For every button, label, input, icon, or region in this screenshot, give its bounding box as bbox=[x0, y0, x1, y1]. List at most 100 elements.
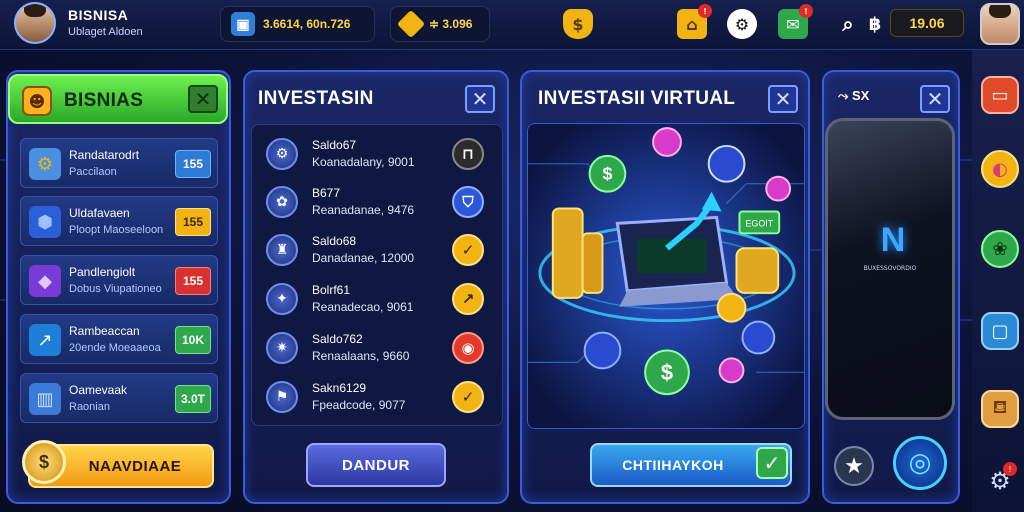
gems-value: ≑ 3.096 bbox=[429, 17, 473, 31]
gear-icon: ⚙ bbox=[29, 148, 61, 180]
business-item[interactable]: ⬢ Uldafavaen Ploopt Maoseeloon 155 bbox=[20, 196, 218, 246]
invest-item-label: Saldo67 bbox=[312, 138, 357, 152]
asset-icon: ✦ bbox=[266, 283, 298, 315]
bisnis-action-label: NAAVDIAAE bbox=[88, 457, 182, 475]
business-item-sub: Dobus Viupationeo bbox=[69, 283, 162, 295]
notification-badge: ! bbox=[1003, 462, 1017, 476]
asset-icon: ⚑ bbox=[266, 381, 298, 413]
invest-item-value: Fpeadcode, 9077 bbox=[312, 398, 406, 412]
invest-item[interactable]: ♜ Saldo68 Danadanae, 12000 ✓ bbox=[266, 228, 492, 272]
business-item[interactable]: ⚙ Randatarodrt Paccilaon 155 bbox=[20, 138, 218, 188]
phone-device[interactable]: N BUXESSOVORDIO bbox=[825, 118, 955, 420]
invest-item-value: Renaalaans, 9660 bbox=[312, 349, 410, 363]
shield-icon[interactable]: ⛉ bbox=[452, 186, 484, 218]
business-item-label: Rambeaccan bbox=[69, 324, 140, 338]
player-subtitle: Ublaget Aldoen bbox=[68, 26, 143, 38]
wallet-icon: ▣ bbox=[231, 12, 255, 36]
invest-item[interactable]: ⚑ Sakn6129 Fpeadcode, 9077 ✓ bbox=[266, 375, 492, 419]
close-button[interactable]: ✕ bbox=[768, 85, 798, 113]
business-item-badge: 155 bbox=[175, 150, 211, 178]
asset-icon: ♜ bbox=[266, 234, 298, 266]
phone-title: SX bbox=[852, 88, 870, 103]
asset-icon: ⚙ bbox=[266, 138, 298, 170]
invest-item-value: Danadanae, 12000 bbox=[312, 251, 415, 265]
building-icon: ▥ bbox=[29, 383, 61, 415]
close-button[interactable]: ✕ bbox=[188, 85, 218, 113]
invest-item-label: Bolrf61 bbox=[312, 283, 351, 297]
close-button[interactable]: ✕ bbox=[465, 85, 495, 113]
business-item-sub: Paccilaon bbox=[69, 166, 117, 178]
side-bar bbox=[972, 50, 1024, 512]
asset-icon: ✷ bbox=[266, 332, 298, 364]
arrow-icon[interactable]: ↗ bbox=[452, 283, 484, 315]
phone-brand: BUXESSOVORDIO bbox=[863, 265, 917, 272]
close-button[interactable]: ✕ bbox=[920, 85, 950, 113]
svg-text:$: $ bbox=[602, 164, 612, 184]
business-item-label: Randatarodrt bbox=[69, 148, 140, 162]
cube-icon: ⬢ bbox=[29, 206, 61, 238]
top-bar: BISNISA Ublaget Aldoen ▣ 3.6614, 60n.726… bbox=[0, 0, 1024, 50]
asset-icon: ✿ bbox=[266, 186, 298, 218]
candy-icon[interactable]: ◐ bbox=[981, 150, 1019, 188]
business-item-badge: 10K bbox=[175, 326, 211, 354]
invest-item[interactable]: ✿ B677 Reanadanae, 9476 ⛉ bbox=[266, 180, 492, 224]
virtual-action-label: CHTIIHAYKOH bbox=[622, 457, 724, 473]
check-icon: ✓ bbox=[756, 447, 788, 479]
business-item[interactable]: ◆ Pandlengiolt Dobus Viupationeo 155 bbox=[20, 255, 218, 305]
invest-action-label: DANDUR bbox=[342, 456, 410, 474]
business-item-badge: 155 bbox=[175, 267, 211, 295]
smiley-icon: ☻ bbox=[22, 86, 52, 116]
backpack-icon[interactable]: ⛾ bbox=[981, 390, 1019, 428]
business-item[interactable]: ↗ Rambeaccan 20ende Moeaaeoa 10K bbox=[20, 314, 218, 364]
currency-pill[interactable]: ▣ 3.6614, 60n.726 bbox=[220, 6, 375, 42]
virtual-title: INVESTASII VIRTUAL bbox=[538, 88, 736, 109]
monitor-icon[interactable]: ▢ bbox=[981, 312, 1019, 350]
phone-logo-icon: N bbox=[880, 221, 906, 259]
gems-amount: 3.096 bbox=[442, 17, 473, 31]
shield-icon[interactable]: $ bbox=[563, 9, 593, 39]
gems-pill[interactable]: ≑ 3.096 bbox=[390, 6, 490, 42]
notification-badge: ! bbox=[698, 4, 712, 18]
check-icon[interactable]: ✓ bbox=[452, 234, 484, 266]
business-item[interactable]: ▥ Oamevaak Raonian 3.0T bbox=[20, 373, 218, 423]
currency-value: 3.6614, 60n.726 bbox=[263, 17, 351, 31]
invest-item[interactable]: ⚙ Saldo67 Koanadalany, 9001 ⊓ bbox=[266, 132, 492, 176]
currency-icon: ฿ bbox=[868, 13, 882, 35]
invest-item-label: Saldo762 bbox=[312, 332, 363, 346]
shop-icon[interactable]: ⌂ ! bbox=[677, 4, 712, 39]
flame-icon[interactable]: ◉ bbox=[452, 332, 484, 364]
business-item-badge: 155 bbox=[175, 208, 211, 236]
star-icon[interactable]: ★ bbox=[834, 446, 874, 486]
mail-icon[interactable]: ✉ ! bbox=[778, 4, 813, 39]
business-item-sub: Ploopt Maoseeloon bbox=[69, 224, 164, 236]
chart-icon: ↗ bbox=[29, 324, 61, 356]
bisnis-header: ☻ BISNIAS ✕ bbox=[8, 74, 228, 124]
notification-badge: ! bbox=[799, 4, 813, 18]
svg-text:$: $ bbox=[661, 360, 673, 385]
gear-icon[interactable]: ⚙ ! bbox=[981, 462, 1019, 500]
tv-icon[interactable]: ▭ bbox=[981, 76, 1019, 114]
check-icon[interactable]: ✓ bbox=[452, 381, 484, 413]
business-item-label: Uldafavaen bbox=[69, 206, 130, 220]
invest-item-value: Reanadanae, 9476 bbox=[312, 203, 415, 217]
business-item-sub: 20ende Moeaaeoa bbox=[69, 342, 161, 354]
coin-badge-icon: $ bbox=[22, 440, 66, 484]
invest-item[interactable]: ✷ Saldo762 Renaalaans, 9660 ◉ bbox=[266, 326, 492, 370]
business-item-sub: Raonian bbox=[69, 401, 110, 413]
invest-item-value: Reanadecao, 9061 bbox=[312, 300, 414, 314]
invest-item[interactable]: ✦ Bolrf61 Reanadecao, 9061 ↗ bbox=[266, 277, 492, 321]
search-icon[interactable]: ⌕ bbox=[833, 9, 863, 39]
player-avatar[interactable] bbox=[14, 2, 56, 44]
diamond-icon: ◆ bbox=[29, 265, 61, 297]
fingerprint-icon[interactable]: ◎ bbox=[893, 436, 947, 490]
friend-avatar[interactable] bbox=[980, 3, 1020, 45]
player-name: BISNISA bbox=[68, 7, 129, 23]
timer-display: 19.06 bbox=[890, 9, 964, 37]
sign-label: EGOIT bbox=[745, 218, 773, 228]
invest-item-label: B677 bbox=[312, 186, 341, 200]
settings-icon[interactable]: ⚙ bbox=[727, 9, 757, 39]
leaf-icon[interactable]: ❀ bbox=[981, 230, 1019, 268]
bag-icon[interactable]: ⊓ bbox=[452, 138, 484, 170]
virtual-illustration: $ $ EGOIT bbox=[527, 123, 805, 429]
invest-action-button[interactable]: DANDUR bbox=[306, 443, 446, 487]
